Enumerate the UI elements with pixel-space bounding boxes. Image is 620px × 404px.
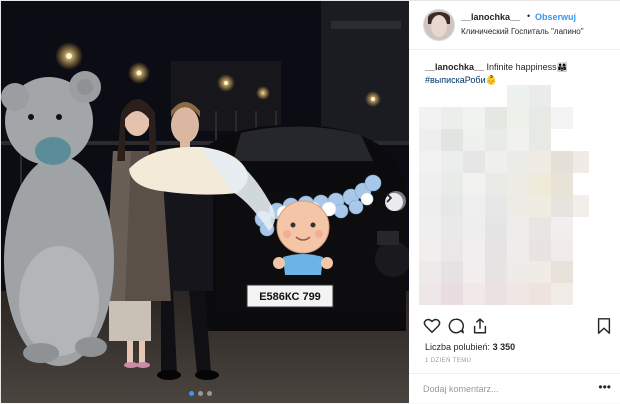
comment-bubble-icon[interactable] bbox=[447, 317, 465, 335]
carousel-dot bbox=[189, 391, 194, 396]
hashtag-emoji: 👶 bbox=[485, 75, 497, 85]
chevron-right-icon bbox=[386, 193, 393, 203]
post-caption: __lanochka__ Infinite happiness👨‍👩‍👧 #вы… bbox=[425, 61, 611, 87]
share-icon[interactable] bbox=[471, 317, 489, 335]
likes-count[interactable]: Liczba polubień: 3 350 bbox=[425, 342, 515, 352]
comment-input[interactable] bbox=[423, 382, 593, 396]
comment-bar: ••• bbox=[409, 373, 620, 404]
heart-icon[interactable] bbox=[423, 317, 441, 335]
more-options-icon[interactable]: ••• bbox=[598, 380, 611, 394]
post-sidebar: __lanochka__ • Obserwuj Клинический Госп… bbox=[409, 1, 620, 403]
carousel-dot bbox=[198, 391, 203, 396]
post-header: __lanochka__ • Obserwuj Клинический Госп… bbox=[409, 1, 620, 50]
photo-scene: Е586КС 799 bbox=[1, 1, 409, 403]
avatar-face bbox=[431, 15, 447, 37]
blurred-comments bbox=[419, 85, 589, 305]
username-link[interactable]: __lanochka__ bbox=[461, 12, 520, 22]
hashtag-link[interactable]: #выпискаРоби bbox=[425, 75, 486, 85]
likes-label: Liczba polubień: bbox=[425, 342, 491, 352]
likes-number: 3 350 bbox=[492, 342, 516, 352]
carousel-indicator bbox=[189, 391, 212, 396]
next-photo-button[interactable] bbox=[385, 193, 403, 211]
caption-text: Infinite happiness bbox=[484, 62, 557, 72]
post-timestamp[interactable]: 1 DZIEŃ TEMU bbox=[425, 358, 471, 364]
separator-dot: • bbox=[527, 11, 531, 21]
carousel-dot bbox=[207, 391, 212, 396]
location-link[interactable]: Клинический Госпиталь "лапино" bbox=[461, 27, 584, 36]
post-actions bbox=[423, 317, 613, 337]
follow-button[interactable]: Obserwuj bbox=[535, 12, 576, 22]
instagram-post: Е586КС 799 __lanochka__ • Obserwuj Клини… bbox=[0, 0, 620, 403]
license-plate-text: Е586КС 799 bbox=[259, 291, 321, 303]
caption-username[interactable]: __lanochka__ bbox=[425, 62, 484, 72]
post-photo[interactable]: Е586КС 799 bbox=[1, 1, 409, 403]
avatar[interactable] bbox=[423, 9, 455, 41]
bookmark-icon[interactable] bbox=[595, 317, 613, 335]
caption-emoji: 👨‍👩‍👧 bbox=[556, 62, 568, 72]
